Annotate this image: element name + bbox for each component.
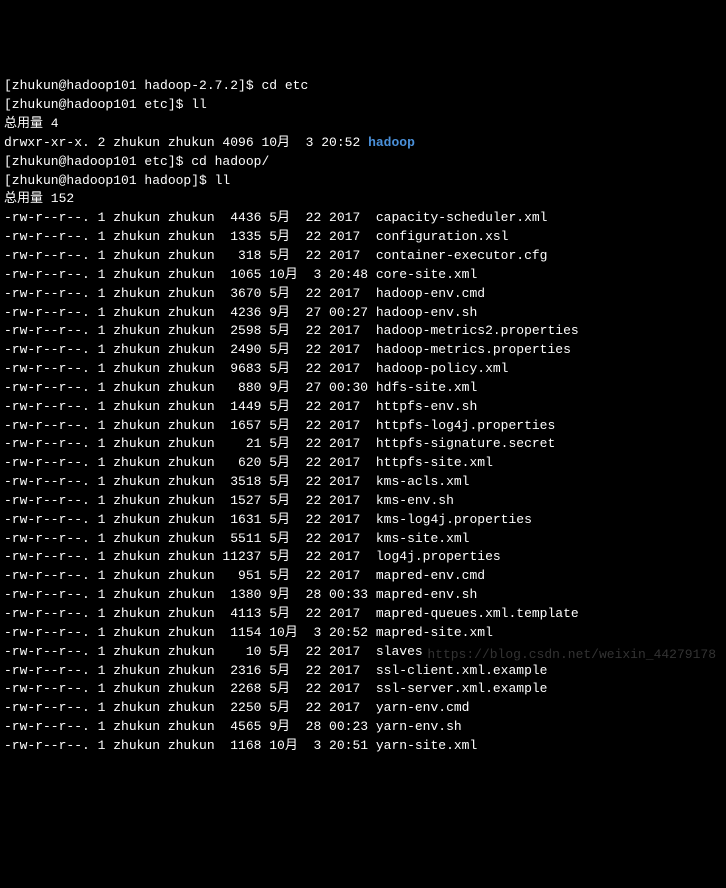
file-row: drwxr-xr-x. 2 zhukun zhukun 4096 10月 3 2… (4, 134, 722, 153)
file-row: -rw-r--r--. 1 zhukun zhukun 318 5月 22 20… (4, 247, 722, 266)
file-row: -rw-r--r--. 1 zhukun zhukun 3670 5月 22 2… (4, 285, 722, 304)
file-name: httpfs-log4j.properties (376, 418, 555, 433)
file-row: -rw-r--r--. 1 zhukun zhukun 2250 5月 22 2… (4, 699, 722, 718)
file-name: ssl-server.xml.example (376, 681, 548, 696)
file-name: container-executor.cfg (376, 248, 548, 263)
file-row: -rw-r--r--. 1 zhukun zhukun 1657 5月 22 2… (4, 417, 722, 436)
file-row: -rw-r--r--. 1 zhukun zhukun 2598 5月 22 2… (4, 322, 722, 341)
file-row: -rw-r--r--. 1 zhukun zhukun 1065 10月 3 2… (4, 266, 722, 285)
file-row: -rw-r--r--. 1 zhukun zhukun 1631 5月 22 2… (4, 511, 722, 530)
file-row: -rw-r--r--. 1 zhukun zhukun 1449 5月 22 2… (4, 398, 722, 417)
file-row: -rw-r--r--. 1 zhukun zhukun 5511 5月 22 2… (4, 530, 722, 549)
file-row: -rw-r--r--. 1 zhukun zhukun 21 5月 22 201… (4, 435, 722, 454)
prompt-line: [zhukun@hadoop101 hadoop]$ ll (4, 172, 722, 191)
file-name: hadoop-env.sh (376, 305, 477, 320)
file-name: mapred-env.cmd (376, 568, 485, 583)
file-row: -rw-r--r--. 1 zhukun zhukun 2268 5月 22 2… (4, 680, 722, 699)
file-row: -rw-r--r--. 1 zhukun zhukun 620 5月 22 20… (4, 454, 722, 473)
file-name: mapred-queues.xml.template (376, 606, 579, 621)
file-row: -rw-r--r--. 1 zhukun zhukun 4236 9月 27 0… (4, 304, 722, 323)
file-name: httpfs-signature.secret (376, 436, 555, 451)
file-row: -rw-r--r--. 1 zhukun zhukun 4436 5月 22 2… (4, 209, 722, 228)
file-name: kms-acls.xml (376, 474, 470, 489)
file-name: kms-site.xml (376, 531, 470, 546)
file-name: httpfs-env.sh (376, 399, 477, 414)
file-row: -rw-r--r--. 1 zhukun zhukun 1335 5月 22 2… (4, 228, 722, 247)
prompt-line: [zhukun@hadoop101 etc]$ cd hadoop/ (4, 153, 722, 172)
file-name: configuration.xsl (376, 229, 509, 244)
file-row: -rw-r--r--. 1 zhukun zhukun 880 9月 27 00… (4, 379, 722, 398)
directory-name: hadoop (368, 135, 415, 150)
file-row: -rw-r--r--. 1 zhukun zhukun 9683 5月 22 2… (4, 360, 722, 379)
file-name: mapred-env.sh (376, 587, 477, 602)
file-row: -rw-r--r--. 1 zhukun zhukun 4565 9月 28 0… (4, 718, 722, 737)
total-line: 总用量 4 (4, 115, 722, 134)
file-name: log4j.properties (376, 549, 501, 564)
file-row: -rw-r--r--. 1 zhukun zhukun 951 5月 22 20… (4, 567, 722, 586)
file-name: yarn-env.cmd (376, 700, 470, 715)
file-row: -rw-r--r--. 1 zhukun zhukun 1168 10月 3 2… (4, 737, 722, 756)
file-row: -rw-r--r--. 1 zhukun zhukun 1380 9月 28 0… (4, 586, 722, 605)
file-name: core-site.xml (376, 267, 477, 282)
file-row: -rw-r--r--. 1 zhukun zhukun 11237 5月 22 … (4, 548, 722, 567)
file-name: hadoop-metrics2.properties (376, 323, 579, 338)
file-name: yarn-env.sh (376, 719, 462, 734)
file-row: -rw-r--r--. 1 zhukun zhukun 4113 5月 22 2… (4, 605, 722, 624)
watermark-text: https://blog.csdn.net/weixin_44279178 (427, 646, 716, 665)
file-row: -rw-r--r--. 1 zhukun zhukun 3518 5月 22 2… (4, 473, 722, 492)
file-row: -rw-r--r--. 1 zhukun zhukun 1154 10月 3 2… (4, 624, 722, 643)
file-name: kms-env.sh (376, 493, 454, 508)
file-row: -rw-r--r--. 1 zhukun zhukun 1527 5月 22 2… (4, 492, 722, 511)
prompt-line: [zhukun@hadoop101 hadoop-2.7.2]$ cd etc (4, 77, 722, 96)
file-name: hadoop-policy.xml (376, 361, 509, 376)
prompt-line: [zhukun@hadoop101 etc]$ ll (4, 96, 722, 115)
file-name: mapred-site.xml (376, 625, 493, 640)
file-name: httpfs-site.xml (376, 455, 493, 470)
file-name: hdfs-site.xml (376, 380, 477, 395)
file-name: kms-log4j.properties (376, 512, 532, 527)
file-name: yarn-site.xml (376, 738, 477, 753)
file-name: capacity-scheduler.xml (376, 210, 548, 225)
file-row: -rw-r--r--. 1 zhukun zhukun 2490 5月 22 2… (4, 341, 722, 360)
total-line: 总用量 152 (4, 190, 722, 209)
file-name: hadoop-env.cmd (376, 286, 485, 301)
file-name: hadoop-metrics.properties (376, 342, 571, 357)
file-name: slaves (376, 644, 423, 659)
